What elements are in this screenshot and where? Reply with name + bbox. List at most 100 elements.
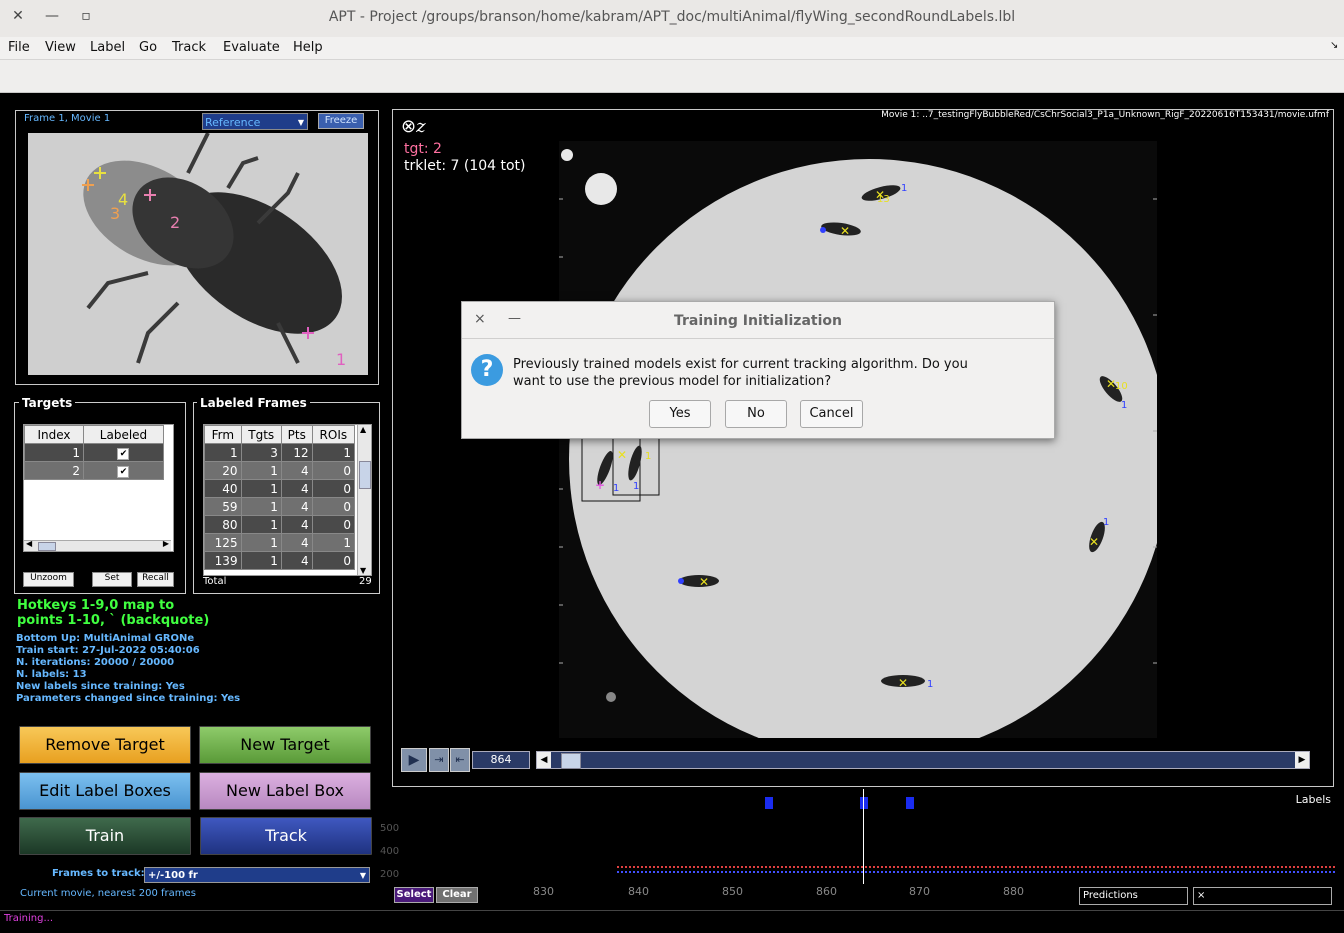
menu-track[interactable]: Track	[172, 40, 206, 55]
menu-label[interactable]: Label	[90, 40, 125, 55]
toolbar	[0, 59, 1344, 93]
arrow-right-icon[interactable]: ▶	[163, 539, 169, 548]
track-button[interactable]: Track	[200, 817, 372, 855]
cancel-button[interactable]: Cancel	[800, 400, 863, 428]
timeline-xtick: 830	[533, 885, 554, 898]
lf-vscrollbar[interactable]: ▲ ▼	[357, 425, 371, 575]
timeline-panel: Labels 500 400 200 830 840 850 860 870 8…	[380, 789, 1344, 909]
fly-label: 1	[613, 483, 619, 494]
table-row[interactable]: 1 3 12 1	[204, 443, 356, 462]
targets-hscrollbar[interactable]: ◀ ▶	[24, 539, 171, 551]
label-marker	[860, 797, 868, 809]
svg-text:✕: ✕	[840, 224, 850, 238]
checkbox-checked-icon[interactable]: ✔	[117, 466, 130, 478]
remove-target-button[interactable]: Remove Target	[19, 726, 191, 764]
table-row[interactable]: 20 1 4 0	[204, 461, 356, 480]
svg-text:✕: ✕	[1089, 535, 1099, 549]
timeline-field[interactable]: ×	[1193, 887, 1332, 905]
arrow-up-icon[interactable]: ▲	[360, 425, 366, 434]
lf-cell: 1	[204, 443, 242, 462]
svg-text:✕: ✕	[699, 575, 709, 589]
timeline-xtick: 860	[816, 885, 837, 898]
menu-view[interactable]: View	[45, 40, 76, 55]
training-info-line: Parameters changed since training: Yes	[16, 693, 241, 704]
window-title: APT - Project /groups/branson/home/kabra…	[328, 9, 1016, 25]
prediction-trace-blue	[617, 871, 1335, 876]
dialog-message-line: want to use the previous model for initi…	[513, 374, 832, 389]
lf-cell: 1	[240, 515, 282, 534]
arrow-left-icon[interactable]: ◀	[537, 752, 551, 768]
fly-label: 1	[645, 451, 651, 462]
timeline-xtick: 840	[628, 885, 649, 898]
table-row[interactable]: 139 1 4 0	[204, 551, 356, 570]
table-row[interactable]: 125 1 4 1	[204, 533, 356, 552]
scroll-thumb[interactable]	[359, 461, 371, 489]
timeline-ytick: 200	[380, 869, 400, 880]
no-button[interactable]: No	[725, 400, 787, 428]
lf-cell: 4	[280, 497, 313, 516]
frame-slider[interactable]: ◀ ▶	[536, 751, 1310, 769]
tracklet-readout: trklet: 7 (104 tot)	[404, 158, 526, 174]
table-row[interactable]: 59 1 4 0	[204, 497, 356, 516]
freeze-button[interactable]: Freeze	[318, 113, 364, 129]
lf-header-pts: Pts	[280, 425, 313, 444]
table-row[interactable]: 2 ✔	[24, 461, 165, 480]
scroll-thumb[interactable]	[38, 542, 56, 551]
frame-number-input[interactable]: 864	[472, 751, 530, 769]
lf-cell: 4	[280, 533, 313, 552]
recall-button[interactable]: Recall	[137, 572, 174, 587]
unzoom-button[interactable]: Unzoom	[23, 572, 74, 587]
edit-label-boxes-button[interactable]: Edit Label Boxes	[19, 772, 191, 810]
select-button[interactable]: Select	[394, 887, 434, 903]
menu-file[interactable]: File	[8, 40, 30, 55]
lf-cell: 80	[204, 515, 242, 534]
table-row[interactable]: 40 1 4 0	[204, 479, 356, 498]
timeline-xtick: 850	[722, 885, 743, 898]
play-icon[interactable]: ▶	[401, 748, 427, 772]
reference-dropdown[interactable]: Reference ▼	[202, 113, 308, 130]
frames-to-track-dropdown[interactable]: +/-100 fr ▼	[144, 867, 370, 883]
training-info-line: N. labels: 13	[16, 669, 87, 680]
reference-frame-title: Frame 1, Movie 1	[24, 113, 111, 124]
menu-help[interactable]: Help	[293, 40, 323, 55]
targets-header-labeled: Labeled	[82, 425, 165, 444]
target-readout: tgt: 2	[404, 141, 442, 157]
lf-cell: 1	[240, 551, 282, 570]
arrow-down-icon[interactable]: ▼	[360, 566, 366, 575]
training-info-line: Bottom Up: MultiAnimal GRONe	[16, 633, 195, 644]
training-initialization-dialog: × — Training Initialization ? Previously…	[461, 301, 1055, 439]
lf-cell: 3	[240, 443, 282, 462]
movie-frame[interactable]: ✕ 1 13 ✕ ✕ 10 1 ✕ 1 ✕ ✕ 1 ✕ + 1 1 1	[559, 141, 1157, 738]
zoom-icon[interactable]: ⊗z	[401, 116, 426, 137]
menu-go[interactable]: Go	[139, 40, 157, 55]
fly-label: 1	[1103, 517, 1109, 528]
lf-cell: 0	[311, 497, 356, 516]
frames-to-track-note: Current movie, nearest 200 frames	[20, 888, 196, 899]
svg-text:✕: ✕	[617, 448, 627, 462]
new-label-box-button[interactable]: New Label Box	[199, 772, 371, 810]
lf-cell: 1	[311, 533, 356, 552]
set-button[interactable]: Set	[92, 572, 132, 587]
table-row[interactable]: 1 ✔	[24, 443, 165, 462]
arrow-left-icon[interactable]: ◀	[26, 539, 32, 548]
slider-thumb[interactable]	[561, 753, 581, 769]
clear-button[interactable]: Clear	[436, 887, 478, 903]
new-target-button[interactable]: New Target	[199, 726, 371, 764]
targets-index: 2	[24, 461, 84, 480]
lf-cell: 12	[280, 443, 313, 462]
table-row[interactable]: 80 1 4 0	[204, 515, 356, 534]
fly-label: 10	[1115, 381, 1128, 392]
step-forward-icon[interactable]: ⇥	[429, 748, 449, 772]
lf-cell: 1	[311, 443, 356, 462]
train-button[interactable]: Train	[19, 817, 191, 855]
predictions-dropdown[interactable]: Predictions	[1079, 887, 1188, 905]
menu-evaluate[interactable]: Evaluate	[223, 40, 280, 55]
step-back-icon[interactable]: ⇤	[450, 748, 470, 772]
label-marker	[765, 797, 773, 809]
lf-cell: 40	[204, 479, 242, 498]
arrow-right-icon[interactable]: ▶	[1295, 752, 1309, 768]
menu-overflow-icon[interactable]: ↘	[1330, 40, 1338, 51]
yes-button[interactable]: Yes	[649, 400, 711, 428]
training-info-line: Train start: 27-Jul-2022 05:40:06	[16, 645, 200, 656]
checkbox-checked-icon[interactable]: ✔	[117, 448, 130, 460]
